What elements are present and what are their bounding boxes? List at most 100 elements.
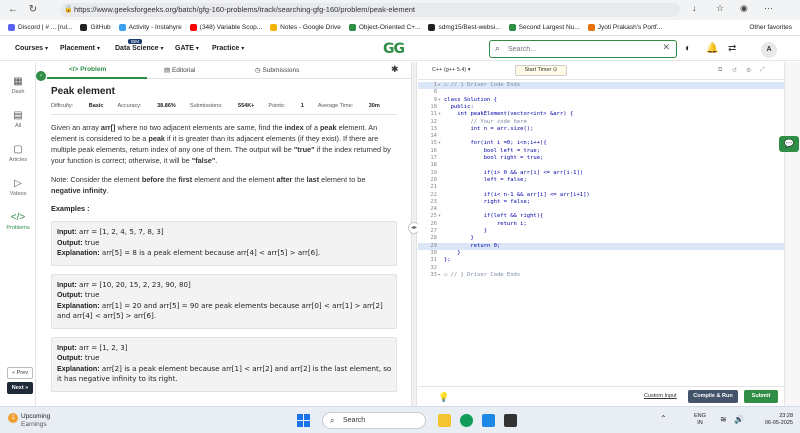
custom-input-link[interactable]: Custom Input: [644, 393, 677, 399]
prev-button[interactable]: « Prev: [7, 367, 33, 379]
compile-run-button[interactable]: Compile & Run: [688, 390, 738, 403]
copy-icon[interactable]: ⧉: [718, 67, 722, 74]
nav-practice[interactable]: Practice ▾: [212, 45, 244, 52]
rail-label: Articles: [8, 157, 28, 163]
code-line: 24: [418, 206, 784, 213]
other-favorites[interactable]: Other favorites: [749, 24, 792, 31]
theme-toggle-icon[interactable]: ◐: [685, 43, 691, 54]
code-line: 29 return 0;: [418, 242, 784, 250]
bookmark-item[interactable]: Object-Oriented C+...: [348, 24, 420, 31]
bug-report-icon[interactable]: ✱: [391, 64, 399, 75]
start-timer-button[interactable]: Start Timer ⊙: [515, 65, 567, 76]
rail-item-articles[interactable]: ▢ Articles: [0, 144, 36, 163]
rail-item-all[interactable]: ▤ All: [0, 110, 36, 129]
code-area[interactable]: 1 ▸ ▭ // } Driver Code Ends 8 9 ▾ class Soluti…: [418, 82, 784, 372]
search-box[interactable]: ⌕ ✕: [489, 40, 677, 58]
nav-placement[interactable]: Placement ▾: [60, 45, 100, 52]
output-label: Output:: [57, 238, 83, 247]
clear-search-icon[interactable]: ✕: [662, 42, 670, 53]
bookmark-label: Activity - Instahyre: [128, 24, 182, 31]
rail-item-dash[interactable]: ▦ Dash: [0, 76, 36, 95]
fold-toggle-icon[interactable]: ▾: [438, 111, 441, 118]
weather-widget[interactable]: 1 Upcoming Earnings: [8, 413, 50, 429]
app-icon[interactable]: [504, 414, 517, 427]
bookmark-item[interactable]: Jyoti Prakash's Portf...: [587, 24, 662, 31]
rail-label: Videos: [9, 191, 27, 197]
back-icon[interactable]: ←: [6, 3, 20, 17]
fullscreen-icon[interactable]: ⤢: [760, 67, 765, 74]
search-input[interactable]: [508, 43, 658, 55]
download-icon[interactable]: ↓: [692, 3, 697, 13]
rail-label: All: [14, 123, 22, 129]
rail-item-problems[interactable]: </> Problems: [0, 212, 36, 231]
collapse-rail-icon[interactable]: ›: [36, 71, 46, 81]
fold-toggle-icon[interactable]: ▾: [438, 97, 441, 104]
bookmark-item[interactable]: sdmg15/Best-websi...: [428, 24, 501, 31]
example-output: true: [84, 237, 100, 247]
windows-start-icon[interactable]: [297, 414, 311, 428]
code-text: return 0;: [444, 242, 501, 249]
translate-icon[interactable]: ⇄: [728, 43, 736, 54]
code-line: 32: [418, 265, 784, 272]
volume-icon[interactable]: 🔊: [734, 415, 744, 424]
tab-editorial[interactable]: ▤ Editorial: [164, 66, 195, 74]
nav-data-science[interactable]: Data Science ▾: [115, 45, 164, 52]
hint-bulb-icon[interactable]: 💡: [438, 392, 449, 403]
profile-icon[interactable]: ◉: [740, 3, 748, 14]
system-tray[interactable]: ⌃: [660, 414, 667, 423]
wifi-icon[interactable]: ≋: [720, 415, 727, 424]
panel-splitter[interactable]: ◂▸: [408, 62, 420, 406]
clock[interactable]: 23:28 06-05-2025: [755, 413, 793, 427]
settings-icon[interactable]: ⚙: [746, 67, 751, 74]
chat-icon[interactable]: 💬: [779, 136, 799, 152]
nav-gate[interactable]: GATE ▾: [175, 45, 199, 52]
gfg-logo[interactable]: GG: [383, 41, 405, 57]
code-text: if(left && right){: [444, 213, 544, 220]
article-icon: ▢: [13, 144, 23, 155]
address-bar[interactable]: 🔒 https://www.geeksforgeeks.org/batch/gf…: [60, 3, 680, 17]
code-editor-panel: C++ (g++ 5.4) ▾ Start Timer ⊙ ⧉ ↺ ⚙ ⤢ 1 ▸…: [418, 62, 784, 406]
editor-toolbar: C++ (g++ 5.4) ▾ Start Timer ⊙ ⧉ ↺ ⚙ ⤢: [418, 62, 784, 80]
tab-submissions[interactable]: ◷ Submissions: [255, 66, 299, 74]
code-line: 14: [418, 133, 784, 140]
next-button[interactable]: Next »: [7, 382, 33, 394]
rail-item-videos[interactable]: ▷ Videos: [0, 178, 36, 197]
code-line: 26 return i;: [418, 221, 784, 228]
app-icon[interactable]: [482, 414, 495, 427]
nav-courses[interactable]: Courses ▾: [15, 45, 48, 52]
reset-icon[interactable]: ↺: [732, 67, 737, 74]
fold-toggle-icon[interactable]: ▸: [438, 272, 441, 279]
bookmark-item[interactable]: Activity - Instahyre: [118, 24, 182, 31]
search-icon: ⌕: [330, 416, 335, 425]
file-explorer-icon[interactable]: [438, 414, 451, 427]
right-strip: 💬: [779, 62, 800, 406]
input-label: Input:: [57, 228, 77, 236]
fold-toggle-icon[interactable]: ▾: [438, 140, 441, 147]
bookmark-item[interactable]: GitHub: [80, 24, 111, 31]
bell-icon[interactable]: 🔔: [706, 43, 718, 54]
taskbar-search[interactable]: ⌕ Search: [322, 412, 426, 429]
bookmark-item[interactable]: Discord | # ... [rul...: [8, 24, 72, 31]
line-number: 24: [430, 206, 437, 213]
lock-icon: 🔒: [64, 6, 73, 13]
bookmark-item[interactable]: Second Largest Nu...: [508, 24, 580, 31]
reload-icon[interactable]: ↻: [26, 3, 40, 17]
favorites-icon[interactable]: ☆: [716, 3, 724, 14]
line-number: 8: [433, 89, 437, 96]
example-input: arr = [1, 2, 4, 5, 7, 8, 3]: [78, 227, 164, 236]
line-number: 22: [430, 191, 437, 198]
submit-button[interactable]: Submit: [744, 390, 778, 403]
fold-toggle-icon[interactable]: ▾: [438, 213, 441, 220]
bookmark-item[interactable]: (348) Variable Scop...: [189, 24, 262, 31]
language-select[interactable]: C++ (g++ 5.4) ▾: [432, 67, 471, 73]
edge-browser-icon[interactable]: [460, 414, 473, 427]
output-label: Output:: [57, 291, 83, 299]
explanation-label: Explanation:: [57, 364, 100, 373]
avatar[interactable]: A: [761, 42, 777, 58]
bookmark-item[interactable]: Notes - Google Drive: [270, 24, 341, 31]
more-icon[interactable]: ⋯: [764, 3, 773, 14]
language-indicator[interactable]: ENG IN: [694, 413, 706, 427]
tab-problem[interactable]: </> Problem: [69, 66, 106, 73]
code-line: 11 ▾ int peakElement(vector<int> &arr) {: [418, 111, 784, 118]
fold-toggle-icon[interactable]: ▸: [438, 82, 441, 89]
